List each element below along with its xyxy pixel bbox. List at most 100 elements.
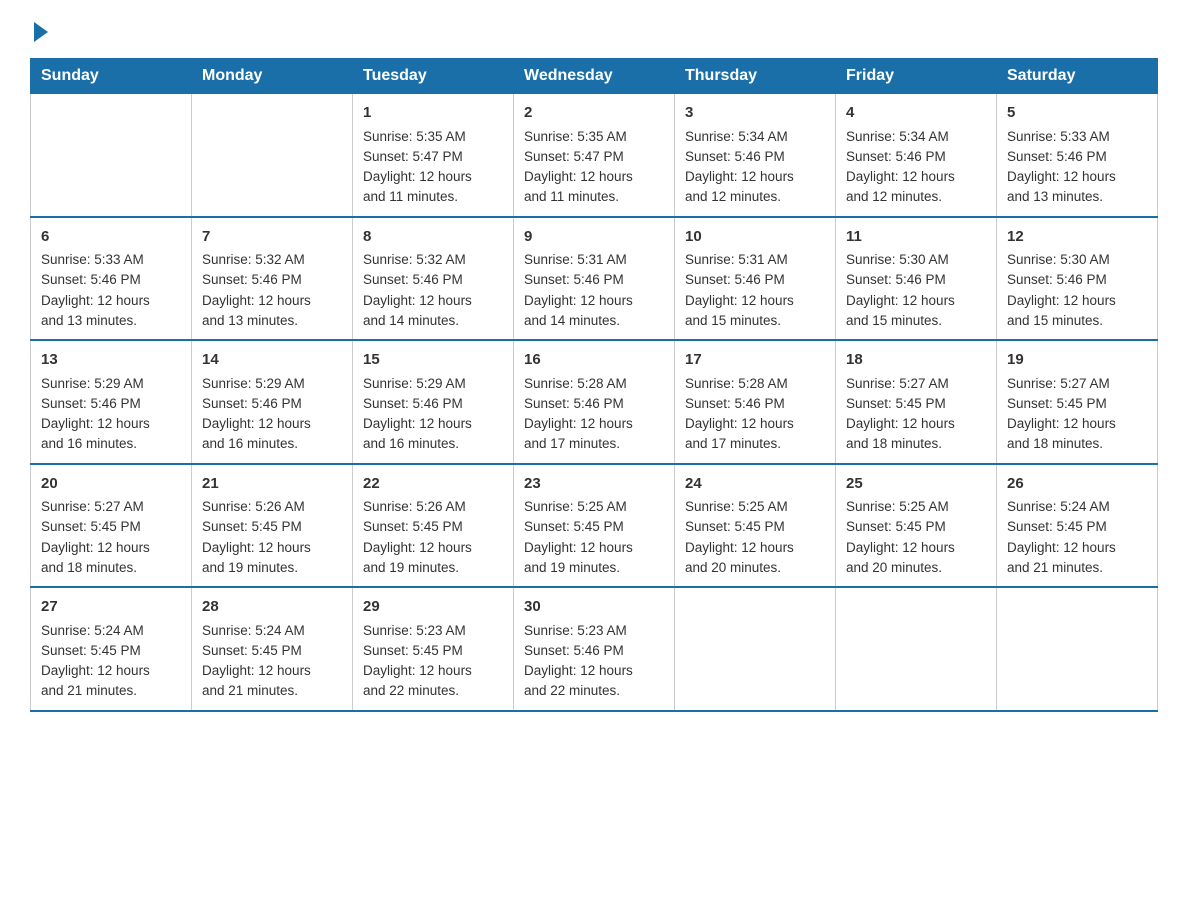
day-info: Sunrise: 5:25 AM Sunset: 5:45 PM Dayligh…: [685, 497, 825, 578]
day-info: Sunrise: 5:34 AM Sunset: 5:46 PM Dayligh…: [846, 127, 986, 208]
page-header: [30, 20, 1158, 38]
header-wednesday: Wednesday: [514, 59, 675, 94]
calendar-cell: 20Sunrise: 5:27 AM Sunset: 5:45 PM Dayli…: [31, 464, 192, 588]
calendar-week-row: 27Sunrise: 5:24 AM Sunset: 5:45 PM Dayli…: [31, 587, 1158, 711]
day-info: Sunrise: 5:28 AM Sunset: 5:46 PM Dayligh…: [685, 374, 825, 455]
day-number: 14: [202, 349, 342, 372]
logo-arrow-icon: [34, 22, 48, 42]
day-number: 23: [524, 473, 664, 496]
day-info: Sunrise: 5:24 AM Sunset: 5:45 PM Dayligh…: [1007, 497, 1147, 578]
day-info: Sunrise: 5:32 AM Sunset: 5:46 PM Dayligh…: [363, 250, 503, 331]
day-info: Sunrise: 5:33 AM Sunset: 5:46 PM Dayligh…: [41, 250, 181, 331]
header-monday: Monday: [192, 59, 353, 94]
day-number: 30: [524, 596, 664, 619]
day-info: Sunrise: 5:30 AM Sunset: 5:46 PM Dayligh…: [846, 250, 986, 331]
day-info: Sunrise: 5:29 AM Sunset: 5:46 PM Dayligh…: [41, 374, 181, 455]
calendar-cell: 28Sunrise: 5:24 AM Sunset: 5:45 PM Dayli…: [192, 587, 353, 711]
calendar-cell: 9Sunrise: 5:31 AM Sunset: 5:46 PM Daylig…: [514, 217, 675, 341]
calendar-cell: 2Sunrise: 5:35 AM Sunset: 5:47 PM Daylig…: [514, 94, 675, 217]
header-saturday: Saturday: [997, 59, 1158, 94]
calendar-cell: 22Sunrise: 5:26 AM Sunset: 5:45 PM Dayli…: [353, 464, 514, 588]
day-number: 24: [685, 473, 825, 496]
day-number: 27: [41, 596, 181, 619]
calendar-cell: 24Sunrise: 5:25 AM Sunset: 5:45 PM Dayli…: [675, 464, 836, 588]
day-number: 5: [1007, 102, 1147, 125]
day-number: 10: [685, 226, 825, 249]
day-number: 2: [524, 102, 664, 125]
day-number: 1: [363, 102, 503, 125]
calendar-week-row: 1Sunrise: 5:35 AM Sunset: 5:47 PM Daylig…: [31, 94, 1158, 217]
day-info: Sunrise: 5:32 AM Sunset: 5:46 PM Dayligh…: [202, 250, 342, 331]
calendar-cell: 19Sunrise: 5:27 AM Sunset: 5:45 PM Dayli…: [997, 340, 1158, 464]
calendar-header-row: SundayMondayTuesdayWednesdayThursdayFrid…: [31, 59, 1158, 94]
calendar-cell: [997, 587, 1158, 711]
day-info: Sunrise: 5:35 AM Sunset: 5:47 PM Dayligh…: [363, 127, 503, 208]
day-number: 21: [202, 473, 342, 496]
calendar-cell: 11Sunrise: 5:30 AM Sunset: 5:46 PM Dayli…: [836, 217, 997, 341]
day-number: 26: [1007, 473, 1147, 496]
calendar-cell: 4Sunrise: 5:34 AM Sunset: 5:46 PM Daylig…: [836, 94, 997, 217]
calendar-cell: 26Sunrise: 5:24 AM Sunset: 5:45 PM Dayli…: [997, 464, 1158, 588]
day-info: Sunrise: 5:31 AM Sunset: 5:46 PM Dayligh…: [524, 250, 664, 331]
calendar-cell: 3Sunrise: 5:34 AM Sunset: 5:46 PM Daylig…: [675, 94, 836, 217]
day-info: Sunrise: 5:33 AM Sunset: 5:46 PM Dayligh…: [1007, 127, 1147, 208]
calendar-table: SundayMondayTuesdayWednesdayThursdayFrid…: [30, 58, 1158, 712]
calendar-cell: [192, 94, 353, 217]
day-number: 15: [363, 349, 503, 372]
day-info: Sunrise: 5:30 AM Sunset: 5:46 PM Dayligh…: [1007, 250, 1147, 331]
day-info: Sunrise: 5:25 AM Sunset: 5:45 PM Dayligh…: [846, 497, 986, 578]
day-number: 18: [846, 349, 986, 372]
day-info: Sunrise: 5:26 AM Sunset: 5:45 PM Dayligh…: [363, 497, 503, 578]
calendar-cell: 16Sunrise: 5:28 AM Sunset: 5:46 PM Dayli…: [514, 340, 675, 464]
calendar-cell: 5Sunrise: 5:33 AM Sunset: 5:46 PM Daylig…: [997, 94, 1158, 217]
calendar-cell: [675, 587, 836, 711]
day-info: Sunrise: 5:23 AM Sunset: 5:46 PM Dayligh…: [524, 621, 664, 702]
day-info: Sunrise: 5:24 AM Sunset: 5:45 PM Dayligh…: [41, 621, 181, 702]
header-sunday: Sunday: [31, 59, 192, 94]
day-info: Sunrise: 5:27 AM Sunset: 5:45 PM Dayligh…: [1007, 374, 1147, 455]
day-number: 28: [202, 596, 342, 619]
calendar-cell: 17Sunrise: 5:28 AM Sunset: 5:46 PM Dayli…: [675, 340, 836, 464]
calendar-cell: 8Sunrise: 5:32 AM Sunset: 5:46 PM Daylig…: [353, 217, 514, 341]
day-number: 16: [524, 349, 664, 372]
logo: [30, 20, 48, 38]
day-number: 8: [363, 226, 503, 249]
day-info: Sunrise: 5:24 AM Sunset: 5:45 PM Dayligh…: [202, 621, 342, 702]
calendar-cell: 14Sunrise: 5:29 AM Sunset: 5:46 PM Dayli…: [192, 340, 353, 464]
day-info: Sunrise: 5:28 AM Sunset: 5:46 PM Dayligh…: [524, 374, 664, 455]
calendar-cell: [31, 94, 192, 217]
day-number: 19: [1007, 349, 1147, 372]
day-info: Sunrise: 5:29 AM Sunset: 5:46 PM Dayligh…: [363, 374, 503, 455]
day-info: Sunrise: 5:31 AM Sunset: 5:46 PM Dayligh…: [685, 250, 825, 331]
calendar-cell: 12Sunrise: 5:30 AM Sunset: 5:46 PM Dayli…: [997, 217, 1158, 341]
day-number: 6: [41, 226, 181, 249]
day-number: 4: [846, 102, 986, 125]
day-number: 22: [363, 473, 503, 496]
day-info: Sunrise: 5:23 AM Sunset: 5:45 PM Dayligh…: [363, 621, 503, 702]
calendar-cell: 13Sunrise: 5:29 AM Sunset: 5:46 PM Dayli…: [31, 340, 192, 464]
calendar-week-row: 20Sunrise: 5:27 AM Sunset: 5:45 PM Dayli…: [31, 464, 1158, 588]
calendar-cell: 15Sunrise: 5:29 AM Sunset: 5:46 PM Dayli…: [353, 340, 514, 464]
calendar-week-row: 13Sunrise: 5:29 AM Sunset: 5:46 PM Dayli…: [31, 340, 1158, 464]
day-number: 7: [202, 226, 342, 249]
header-thursday: Thursday: [675, 59, 836, 94]
day-number: 3: [685, 102, 825, 125]
day-number: 29: [363, 596, 503, 619]
calendar-cell: 7Sunrise: 5:32 AM Sunset: 5:46 PM Daylig…: [192, 217, 353, 341]
calendar-cell: 23Sunrise: 5:25 AM Sunset: 5:45 PM Dayli…: [514, 464, 675, 588]
day-number: 20: [41, 473, 181, 496]
calendar-cell: [836, 587, 997, 711]
day-number: 12: [1007, 226, 1147, 249]
day-info: Sunrise: 5:27 AM Sunset: 5:45 PM Dayligh…: [41, 497, 181, 578]
calendar-week-row: 6Sunrise: 5:33 AM Sunset: 5:46 PM Daylig…: [31, 217, 1158, 341]
header-friday: Friday: [836, 59, 997, 94]
header-tuesday: Tuesday: [353, 59, 514, 94]
calendar-cell: 30Sunrise: 5:23 AM Sunset: 5:46 PM Dayli…: [514, 587, 675, 711]
calendar-cell: 25Sunrise: 5:25 AM Sunset: 5:45 PM Dayli…: [836, 464, 997, 588]
calendar-cell: 10Sunrise: 5:31 AM Sunset: 5:46 PM Dayli…: [675, 217, 836, 341]
day-number: 25: [846, 473, 986, 496]
day-info: Sunrise: 5:29 AM Sunset: 5:46 PM Dayligh…: [202, 374, 342, 455]
calendar-cell: 1Sunrise: 5:35 AM Sunset: 5:47 PM Daylig…: [353, 94, 514, 217]
day-info: Sunrise: 5:35 AM Sunset: 5:47 PM Dayligh…: [524, 127, 664, 208]
day-info: Sunrise: 5:26 AM Sunset: 5:45 PM Dayligh…: [202, 497, 342, 578]
